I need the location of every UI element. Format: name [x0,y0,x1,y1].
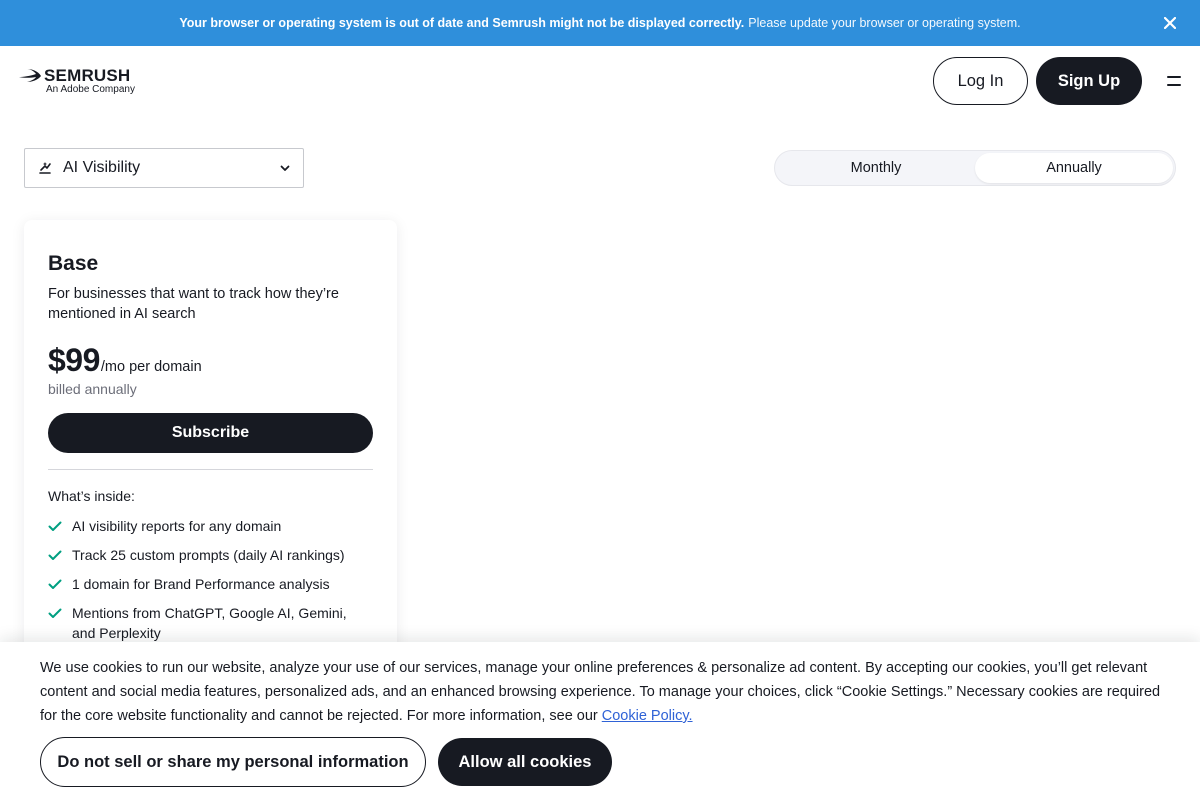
do-not-sell-button[interactable]: Do not sell or share my personal informa… [40,737,426,787]
feature-text: Mentions from ChatGPT, Google AI, Gemini… [72,605,347,641]
browser-warning-banner: Your browser or operating system is out … [0,0,1200,46]
semrush-logo-mark-icon [19,69,41,82]
logo-wordmark: SEMRUSH [44,66,131,85]
checkmark-icon [48,545,64,565]
feature-text: Track 25 custom prompts (daily AI rankin… [72,547,345,563]
cookie-text: We use cookies to run our website, analy… [40,656,1165,728]
cookie-text-body: We use cookies to run our website, analy… [40,660,1161,724]
allow-all-cookies-button[interactable]: Allow all cookies [438,738,612,786]
product-select[interactable]: AI Visibility [24,148,304,188]
plan-description: For businesses that want to track how th… [48,286,339,322]
feature-text: 1 domain for Brand Performance analysis [72,576,330,592]
ai-visibility-icon [39,162,51,174]
billing-option-monthly[interactable]: Monthly [777,153,975,183]
features-heading: What’s inside: [48,488,135,504]
plan-price-row: $99 /mo per domain [48,342,373,379]
checkmark-icon [48,603,64,623]
logo-subtext: An Adobe Company [46,84,135,95]
close-icon[interactable] [1160,13,1180,33]
feature-item: 1 domain for Brand Performance analysis [48,574,373,594]
plan-price: $99 [48,342,100,378]
plan-name: Base [48,252,99,275]
checkmark-icon [48,516,64,536]
plan-price-unit: /mo per domain [100,359,202,375]
billing-option-annually[interactable]: Annually [975,153,1173,183]
billing-period-toggle: Monthly Annually [774,150,1176,186]
subscribe-button[interactable]: Subscribe [48,413,373,453]
login-button[interactable]: Log In [933,57,1028,105]
semrush-logo[interactable]: SEMRUSH An Adobe Company [18,66,140,98]
chevron-down-icon [280,165,290,171]
feature-item: Mentions from ChatGPT, Google AI, Gemini… [48,603,373,643]
hamburger-menu-icon[interactable] [1166,73,1182,89]
banner-bold-text: Your browser or operating system is out … [179,16,745,30]
cookie-policy-link[interactable]: Cookie Policy. [602,708,693,724]
feature-text: AI visibility reports for any domain [72,518,282,534]
features-list: AI visibility reports for any domain Tra… [48,516,373,643]
feature-item: Track 25 custom prompts (daily AI rankin… [48,545,373,565]
signup-button[interactable]: Sign Up [1036,57,1142,105]
checkmark-icon [48,574,64,594]
product-select-value: AI Visibility [63,159,141,176]
banner-text: Please update your browser or operating … [748,16,1021,30]
feature-item: AI visibility reports for any domain [48,516,373,536]
site-header: SEMRUSH An Adobe Company Log In Sign Up [0,46,1200,116]
cookie-consent-banner: We use cookies to run our website, analy… [0,642,1200,800]
plan-billing-note: billed annually [48,381,137,397]
divider [48,469,373,470]
